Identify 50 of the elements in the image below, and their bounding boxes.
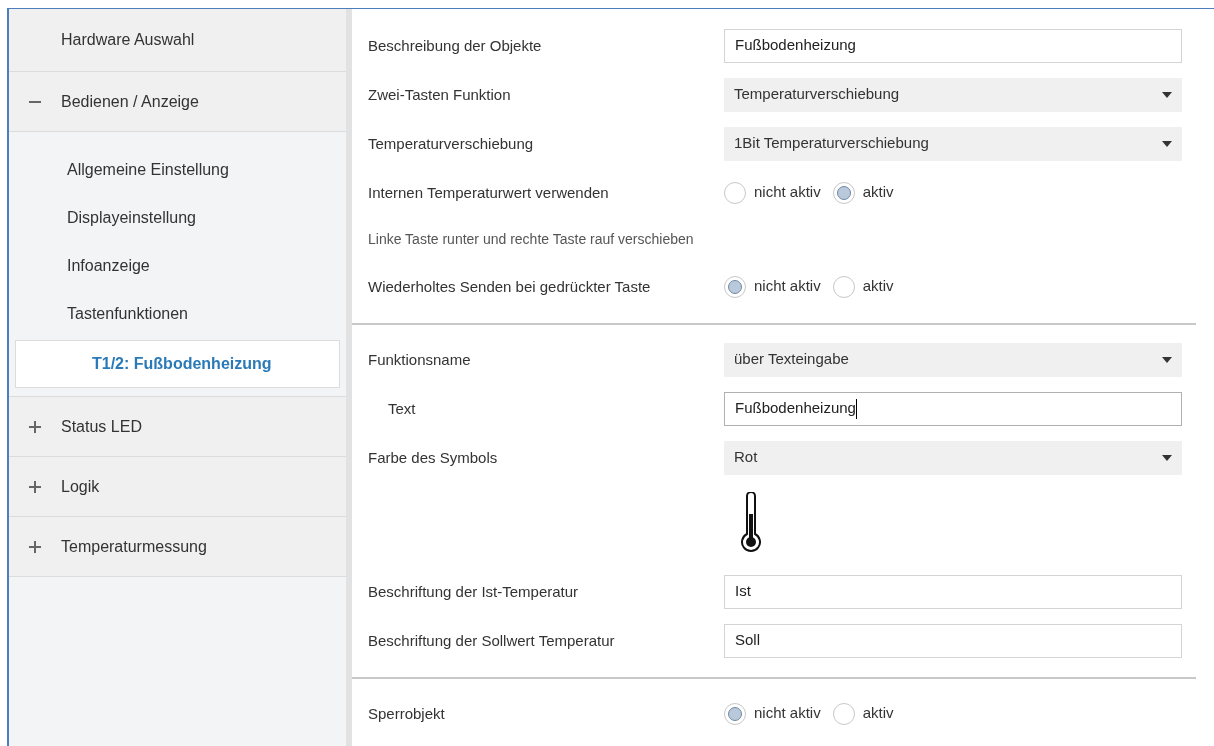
radio-button[interactable] [832, 181, 855, 204]
expand-icon[interactable] [29, 480, 41, 493]
parameter-label: Zwei-Tasten Funktion [368, 85, 511, 103]
parameter-label: Farbe des Symbols [368, 448, 498, 466]
radio-button[interactable] [832, 702, 855, 725]
dropdown-arrow-icon [1162, 454, 1172, 461]
radio-button[interactable] [724, 702, 746, 725]
sidebar-item[interactable]: Temperaturmessung [61, 534, 207, 559]
text-field[interactable]: Fußbodenheizung [724, 391, 1182, 426]
dropdown[interactable]: Temperaturverschiebung [724, 77, 1182, 112]
radio-label[interactable]: aktiv [862, 275, 894, 298]
thermometer-icon [740, 492, 762, 554]
parameter-label: Internen Temperaturwert verwenden [368, 183, 609, 201]
parameter-label: Text [388, 399, 416, 417]
text-field[interactable]: Soll [724, 623, 1182, 658]
radio-button[interactable] [724, 181, 746, 204]
expand-icon[interactable] [29, 540, 41, 553]
radio-label[interactable]: aktiv [862, 181, 894, 204]
radio-label[interactable]: aktiv [862, 702, 894, 725]
parameter-label: Beschreibung der Objekte [368, 36, 542, 54]
dropdown[interactable]: über Texteingabe [724, 342, 1182, 377]
dropdown-arrow-icon [1162, 91, 1172, 98]
parameter-label: Beschriftung der Sollwert Temperatur [368, 631, 615, 649]
hint-text: Linke Taste runter und rechte Taste rauf verschieben [368, 230, 694, 249]
parameter-label: Sperrobjekt [368, 704, 445, 722]
parameter-label: Funktionsname [368, 350, 471, 368]
parameter-label: Beschriftung der Ist-Temperatur [368, 582, 579, 600]
sidebar-item[interactable]: Hardware Auswahl [61, 28, 195, 52]
sidebar-item[interactable]: Logik [61, 474, 100, 499]
radio-label[interactable]: nicht aktiv [754, 275, 821, 298]
sidebar-item[interactable]: Bedienen / Anzeige [61, 89, 199, 114]
dropdown-arrow-icon [1162, 356, 1172, 363]
sidebar-item[interactable]: Displayeinstellung [67, 206, 196, 230]
expand-icon[interactable] [29, 420, 41, 433]
text-field[interactable]: Ist [724, 574, 1182, 609]
radio-label[interactable]: nicht aktiv [754, 702, 821, 725]
text-cursor [855, 398, 857, 419]
sidebar-item[interactable]: Infoanzeige [67, 254, 150, 278]
radio-button[interactable] [832, 275, 855, 298]
text-field[interactable]: Fußbodenheizung [724, 28, 1182, 63]
sidebar-item[interactable]: Tastenfunktionen [67, 302, 188, 326]
radio-button[interactable] [724, 275, 746, 298]
parameter-label: Temperaturverschiebung [368, 134, 534, 152]
dropdown[interactable]: Rot [724, 440, 1182, 475]
radio-label[interactable]: nicht aktiv [754, 181, 821, 204]
dropdown-arrow-icon [1162, 140, 1172, 147]
parameter-label: Wiederholtes Senden bei gedrückter Taste [368, 277, 651, 295]
sidebar-item[interactable]: Allgemeine Einstellung [67, 158, 229, 182]
dropdown[interactable]: 1Bit Temperaturverschiebung [724, 126, 1182, 161]
sidebar-item[interactable]: Status LED [61, 414, 142, 439]
